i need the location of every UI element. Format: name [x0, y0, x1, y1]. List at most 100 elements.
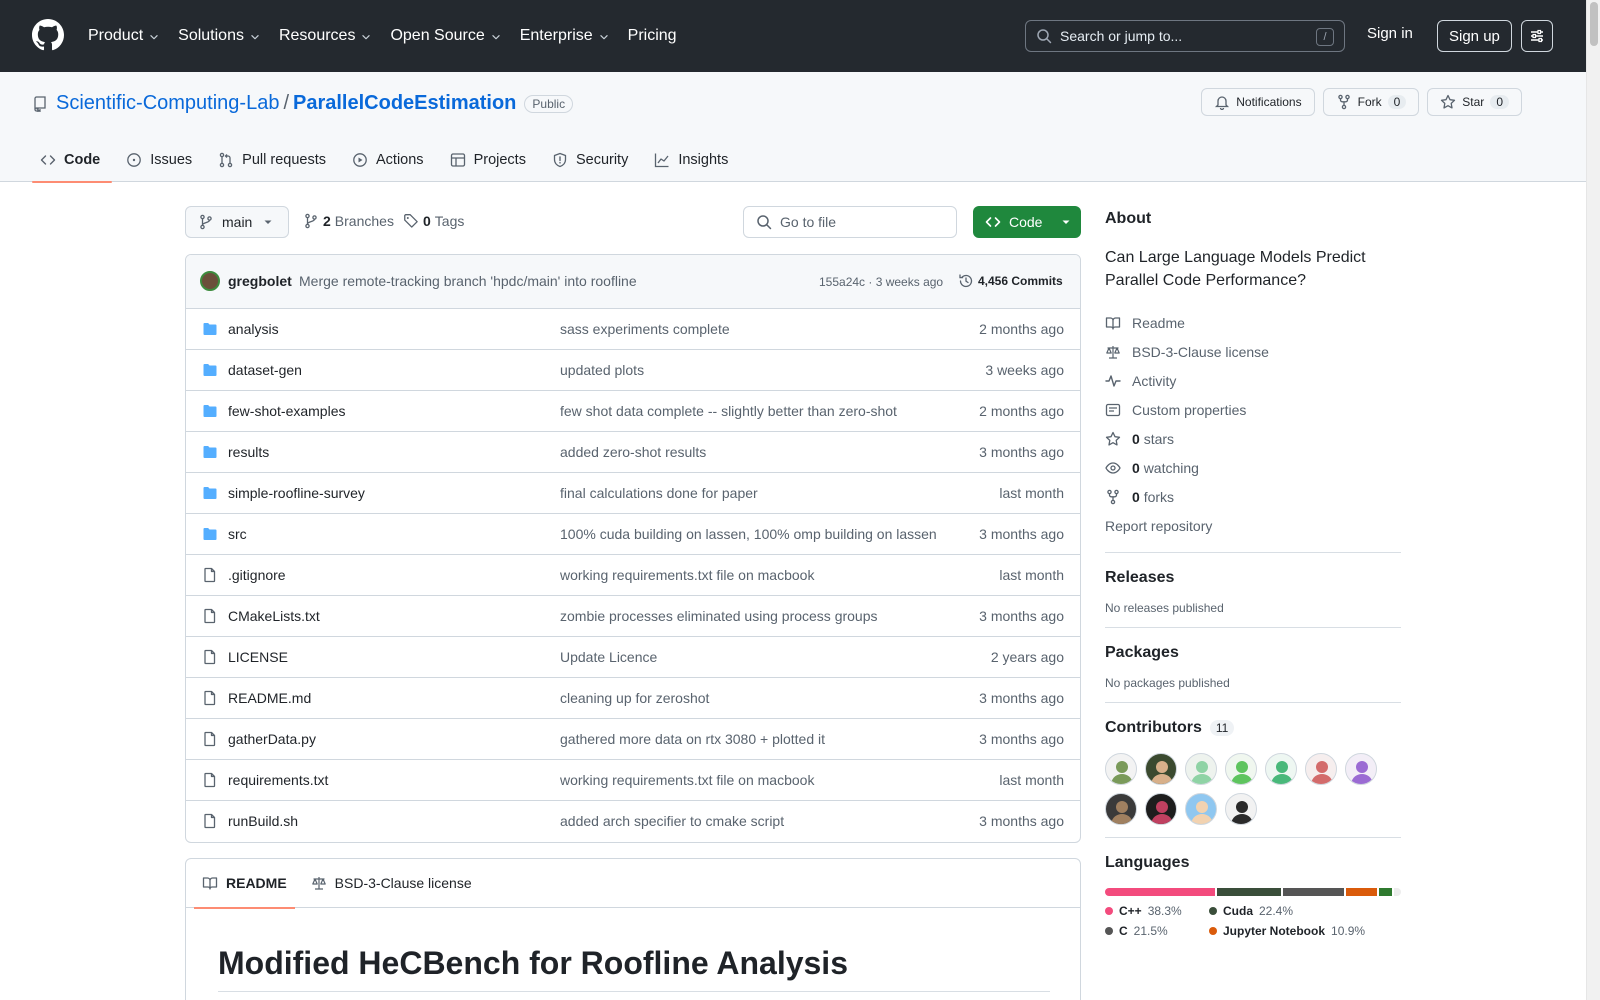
- file-name-link[interactable]: dataset-gen: [228, 362, 302, 378]
- language-item[interactable]: Jupyter Notebook 10.9%: [1209, 924, 1389, 938]
- language-item[interactable]: Cuda 22.4%: [1209, 904, 1389, 918]
- branch-selector[interactable]: main: [185, 206, 290, 238]
- stars-link[interactable]: 0 stars: [1105, 424, 1401, 453]
- file-commit-message[interactable]: added arch specifier to cmake script: [560, 813, 784, 829]
- language-color-dot: [1209, 907, 1217, 915]
- search-input[interactable]: Search or jump to... /: [1025, 20, 1345, 52]
- language-bar-segment[interactable]: [1394, 888, 1401, 896]
- sign-in-link[interactable]: Sign in: [1367, 25, 1413, 42]
- repo-name-link[interactable]: ParallelCodeEstimation: [293, 92, 516, 115]
- tab-pull-requests[interactable]: Pull requests: [210, 138, 338, 182]
- license-tab[interactable]: BSD-3-Clause license: [311, 859, 472, 908]
- contributor-avatar[interactable]: [1145, 753, 1177, 785]
- language-item[interactable]: C 21.5%: [1105, 924, 1209, 938]
- packages-title[interactable]: Packages: [1105, 644, 1401, 662]
- contributor-avatar[interactable]: [1145, 793, 1177, 825]
- file-name-link[interactable]: LICENSE: [228, 649, 288, 665]
- file-commit-message[interactable]: updated plots: [560, 362, 644, 378]
- file-commit-message[interactable]: 100% cuda building on lassen, 100% omp b…: [560, 526, 937, 542]
- nav-enterprise[interactable]: Enterprise: [520, 27, 611, 45]
- fork-button[interactable]: Fork 0: [1322, 88, 1420, 116]
- custom-properties-link[interactable]: Custom properties: [1105, 395, 1401, 424]
- file-name-link[interactable]: gatherData.py: [228, 731, 316, 747]
- menu-button[interactable]: [1521, 20, 1553, 52]
- file-name-link[interactable]: requirements.txt: [228, 772, 328, 788]
- nav-solutions[interactable]: Solutions: [178, 27, 262, 45]
- file-name-link[interactable]: results: [228, 444, 269, 460]
- contributor-avatar[interactable]: [1345, 753, 1377, 785]
- commit-hash-time[interactable]: 155a24c · 3 weeks ago: [819, 275, 943, 289]
- code-dropdown-button[interactable]: Code: [973, 206, 1081, 238]
- repo-header: Scientific-Computing-Lab / ParallelCodeE…: [0, 72, 1586, 183]
- file-commit-message[interactable]: Update Licence: [560, 649, 657, 665]
- nav-resources[interactable]: Resources: [279, 27, 373, 45]
- sidebar-divider: [1105, 702, 1401, 703]
- file-name-link[interactable]: analysis: [228, 321, 279, 337]
- language-bar-segment[interactable]: [1105, 888, 1215, 896]
- file-commit-message[interactable]: gathered more data on rtx 3080 + plotted…: [560, 731, 825, 747]
- folder-icon: [203, 323, 217, 335]
- page-scrollbar[interactable]: [1586, 0, 1600, 1000]
- file-commit-message[interactable]: working requirements.txt file on macbook: [560, 772, 814, 788]
- activity-link[interactable]: Activity: [1105, 366, 1401, 395]
- file-commit-message[interactable]: added zero-shot results: [560, 444, 706, 460]
- file-name-link[interactable]: simple-roofline-survey: [228, 485, 365, 501]
- readme-link[interactable]: Readme: [1105, 308, 1401, 337]
- file-name-link[interactable]: runBuild.sh: [228, 813, 298, 829]
- tab-actions[interactable]: Actions: [344, 138, 436, 182]
- file-commit-message[interactable]: few shot data complete -- slightly bette…: [560, 403, 897, 419]
- notifications-button[interactable]: Notifications: [1201, 88, 1315, 116]
- file-name-link[interactable]: .gitignore: [228, 567, 286, 583]
- tab-code[interactable]: Code: [32, 138, 113, 183]
- sign-up-button[interactable]: Sign up: [1437, 20, 1512, 52]
- contributor-avatar[interactable]: [1185, 793, 1217, 825]
- nav-open-source[interactable]: Open Source: [390, 27, 502, 45]
- file-commit-message[interactable]: sass experiments complete: [560, 321, 730, 337]
- report-repository-link[interactable]: Report repository: [1105, 511, 1401, 540]
- contributor-avatar[interactable]: [1185, 753, 1217, 785]
- nav-pricing[interactable]: Pricing: [628, 27, 677, 45]
- tab-projects[interactable]: Projects: [442, 138, 538, 182]
- file-name-link[interactable]: few-shot-examples: [228, 403, 346, 419]
- contributors-title[interactable]: Contributors 11: [1105, 719, 1401, 737]
- file-commit-message[interactable]: working requirements.txt file on macbook: [560, 567, 814, 583]
- commits-link[interactable]: 4,456 Commits: [958, 273, 1063, 289]
- tab-insights[interactable]: Insights: [646, 138, 740, 182]
- contributor-avatar[interactable]: [1105, 753, 1137, 785]
- file-name-link[interactable]: src: [228, 526, 247, 542]
- language-item[interactable]: C++ 38.3%: [1105, 904, 1209, 918]
- watching-link[interactable]: 0 watching: [1105, 453, 1401, 482]
- language-bar-segment[interactable]: [1346, 888, 1378, 896]
- tab-issues[interactable]: Issues: [118, 138, 204, 182]
- go-to-file-input[interactable]: Go to file: [743, 206, 957, 238]
- tags-link[interactable]: 0 Tags: [403, 213, 464, 229]
- repo-owner-link[interactable]: Scientific-Computing-Lab: [56, 92, 279, 115]
- star-button[interactable]: Star 0: [1427, 88, 1522, 116]
- tab-security[interactable]: Security: [544, 138, 640, 182]
- language-bar-segment[interactable]: [1379, 888, 1393, 896]
- file-commit-message[interactable]: zombie processes eliminated using proces…: [560, 608, 878, 624]
- file-commit-message[interactable]: final calculations done for paper: [560, 485, 758, 501]
- file-name-link[interactable]: README.md: [228, 690, 311, 706]
- contributor-avatar[interactable]: [1305, 753, 1337, 785]
- releases-title[interactable]: Releases: [1105, 569, 1401, 587]
- contributor-avatar[interactable]: [1225, 753, 1257, 785]
- readme-tab[interactable]: README: [194, 859, 295, 909]
- author-avatar[interactable]: [200, 271, 220, 291]
- file-name-link[interactable]: CMakeLists.txt: [228, 608, 320, 624]
- file-commit-message[interactable]: cleaning up for zeroshot: [560, 690, 709, 706]
- commit-author[interactable]: gregbolet: [228, 273, 292, 289]
- commit-message[interactable]: Merge remote-tracking branch 'hpdc/main'…: [299, 273, 637, 289]
- scrollbar-thumb[interactable]: [1590, 2, 1598, 46]
- nav-product[interactable]: Product: [88, 27, 161, 45]
- file-commit-date: 2 months ago: [979, 321, 1064, 337]
- contributor-avatar[interactable]: [1265, 753, 1297, 785]
- license-link[interactable]: BSD-3-Clause license: [1105, 337, 1401, 366]
- contributor-avatar[interactable]: [1105, 793, 1137, 825]
- forks-link[interactable]: 0 forks: [1105, 482, 1401, 511]
- github-logo-icon[interactable]: [32, 19, 64, 51]
- branches-link[interactable]: 2 Branches: [303, 213, 394, 229]
- language-bar-segment[interactable]: [1282, 888, 1345, 896]
- contributor-avatar[interactable]: [1225, 793, 1257, 825]
- language-bar-segment[interactable]: [1216, 888, 1281, 896]
